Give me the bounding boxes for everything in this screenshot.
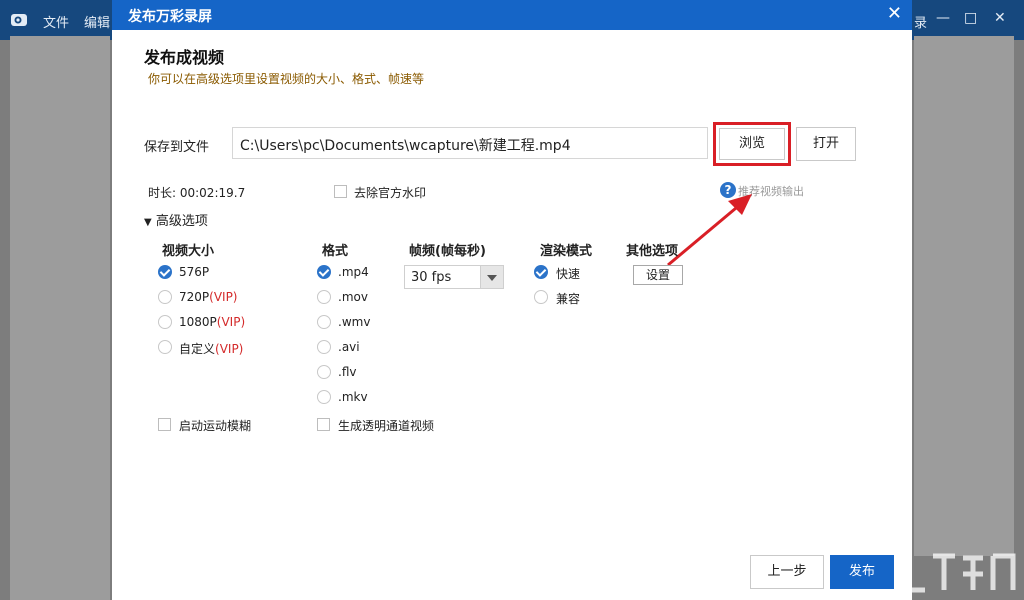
close-app-icon[interactable]: ✕ bbox=[994, 10, 1006, 26]
format-header: 格式 bbox=[322, 240, 348, 259]
format-flv-radio[interactable] bbox=[317, 365, 331, 379]
advanced-options-toggle[interactable]: ▼ 高级选项 bbox=[144, 210, 208, 229]
size-1080p-label: 1080P(VIP) bbox=[179, 315, 245, 329]
background-panel-right bbox=[914, 36, 1014, 556]
fps-value: 30 fps bbox=[411, 270, 451, 285]
render-mode-header: 渲染模式 bbox=[540, 240, 592, 259]
format-flv-label: .flv bbox=[338, 365, 356, 379]
size-720p-label: 720P(VIP) bbox=[179, 290, 238, 304]
format-avi-label: .avi bbox=[338, 340, 360, 354]
size-custom-label: 自定义(VIP) bbox=[179, 340, 243, 357]
menu-file[interactable]: 文件 bbox=[43, 12, 69, 31]
menu-edit[interactable]: 编辑 bbox=[84, 12, 110, 31]
triangle-down-icon: ▼ bbox=[144, 217, 152, 228]
browse-button[interactable]: 浏览 bbox=[719, 128, 785, 160]
render-compat-label: 兼容 bbox=[556, 290, 580, 307]
motion-blur-label: 启动运动模糊 bbox=[179, 417, 251, 434]
dialog-titlebar: 发布万彩录屏 ✕ bbox=[112, 0, 912, 30]
duration-text: 时长: 00:02:19.7 bbox=[148, 184, 245, 201]
motion-blur-checkbox[interactable] bbox=[158, 418, 171, 431]
size-576p-radio[interactable] bbox=[158, 265, 172, 279]
size-720p-radio[interactable] bbox=[158, 290, 172, 304]
open-button[interactable]: 打开 bbox=[796, 127, 856, 161]
size-1080p-radio[interactable] bbox=[158, 315, 172, 329]
page-subtitle: 你可以在高级选项里设置视频的大小、格式、帧速等 bbox=[148, 70, 424, 87]
file-path-input[interactable]: C:\Users\pc\Documents\wcapture\新建工程.mp4 bbox=[232, 127, 708, 159]
vip-badge: (VIP) bbox=[215, 342, 243, 356]
remove-watermark-label: 去除官方水印 bbox=[354, 184, 426, 201]
close-icon[interactable]: ✕ bbox=[887, 3, 902, 24]
app-logo-icon bbox=[10, 11, 28, 29]
vip-badge: (VIP) bbox=[209, 290, 237, 304]
file-path-value: C:\Users\pc\Documents\wcapture\新建工程.mp4 bbox=[240, 135, 571, 155]
previous-step-button[interactable]: 上一步 bbox=[750, 555, 824, 589]
format-mp4-radio[interactable] bbox=[317, 265, 331, 279]
settings-button[interactable]: 设置 bbox=[633, 265, 683, 285]
format-mov-radio[interactable] bbox=[317, 290, 331, 304]
render-compat-radio[interactable] bbox=[534, 290, 548, 304]
chevron-down-icon[interactable] bbox=[480, 266, 503, 288]
menu-record[interactable]: 录 bbox=[914, 12, 927, 31]
annotation-arrow-icon bbox=[662, 185, 772, 270]
size-custom-radio[interactable] bbox=[158, 340, 172, 354]
page-title: 发布成视频 bbox=[144, 44, 224, 68]
fps-select[interactable]: 30 fps bbox=[404, 265, 504, 289]
format-wmv-label: .wmv bbox=[338, 315, 370, 329]
publish-dialog: 发布万彩录屏 ✕ 发布成视频 你可以在高级选项里设置视频的大小、格式、帧速等 保… bbox=[112, 0, 912, 600]
format-mp4-label: .mp4 bbox=[338, 265, 369, 279]
vip-badge: (VIP) bbox=[217, 315, 245, 329]
publish-button[interactable]: 发布 bbox=[830, 555, 894, 589]
maximize-icon[interactable]: □ bbox=[964, 10, 977, 26]
size-576p-label: 576P bbox=[179, 265, 209, 279]
format-mkv-radio[interactable] bbox=[317, 390, 331, 404]
format-mov-label: .mov bbox=[338, 290, 368, 304]
fps-header: 帧频(帧每秒) bbox=[409, 240, 486, 259]
format-avi-radio[interactable] bbox=[317, 340, 331, 354]
remove-watermark-checkbox[interactable] bbox=[334, 185, 347, 198]
transparent-channel-checkbox[interactable] bbox=[317, 418, 330, 431]
site-watermark-logo bbox=[895, 548, 1020, 598]
save-to-file-label: 保存到文件 bbox=[144, 136, 209, 155]
format-mkv-label: .mkv bbox=[338, 390, 368, 404]
background-panel-left bbox=[10, 36, 110, 600]
render-fast-label: 快速 bbox=[556, 265, 580, 282]
dialog-title: 发布万彩录屏 bbox=[128, 6, 212, 26]
format-wmv-radio[interactable] bbox=[317, 315, 331, 329]
transparent-channel-label: 生成透明通道视频 bbox=[338, 417, 434, 434]
video-size-header: 视频大小 bbox=[162, 240, 214, 259]
other-options-header: 其他选项 bbox=[626, 240, 678, 259]
render-fast-radio[interactable] bbox=[534, 265, 548, 279]
advanced-options-label: 高级选项 bbox=[156, 214, 208, 229]
minimize-icon[interactable]: — bbox=[936, 10, 950, 26]
